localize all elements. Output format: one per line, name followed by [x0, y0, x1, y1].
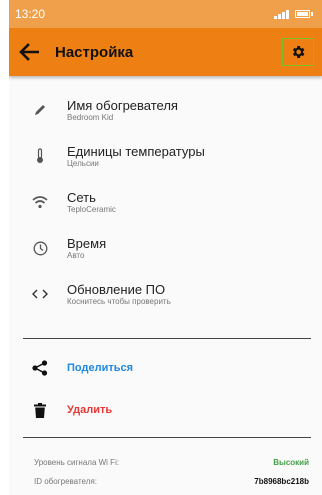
gear-icon: [292, 46, 305, 58]
setting-value: Коснитесь чтобы проверить: [67, 296, 171, 306]
heater-id-value: 7b8968bc218b: [254, 477, 309, 486]
setting-time[interactable]: Время Авто: [9, 225, 322, 271]
thermometer-icon: [29, 148, 51, 164]
arrow-left-icon: [19, 43, 39, 61]
trash-icon: [29, 402, 51, 418]
setting-title: Единицы температуры: [67, 143, 205, 159]
status-icons: [274, 9, 313, 19]
pencil-icon: [29, 103, 51, 117]
page-title: Настройка: [55, 43, 134, 61]
share-button[interactable]: Поделиться: [9, 356, 133, 380]
heater-id-label: ID обогревателя:: [34, 477, 97, 486]
divider: [23, 437, 311, 438]
battery-icon: [295, 10, 313, 18]
heater-id-row: ID обогревателя: 7b8968bc218b: [34, 477, 309, 486]
share-icon: [29, 360, 51, 376]
app-bar: Настройка: [9, 28, 322, 76]
setting-title: Обновление ПО: [67, 281, 166, 297]
setting-firmware-update[interactable]: Обновление ПО Коснитесь чтобы проверить: [9, 271, 322, 317]
delete-label: Удалить: [67, 404, 113, 416]
code-icon: [29, 289, 51, 299]
signal-icon: [274, 9, 289, 19]
setting-value: Авто: [67, 250, 85, 260]
wifi-signal-row: Уровень сигнала Wi Fi: Высокий: [34, 458, 309, 467]
status-time: 13:20: [15, 7, 46, 21]
wifi-signal-label: Уровень сигнала Wi Fi:: [34, 458, 120, 467]
setting-title: Сеть: [67, 189, 96, 205]
clock-icon: [29, 241, 51, 256]
wifi-signal-value: Высокий: [273, 458, 309, 467]
setting-value: Цельсии: [67, 158, 99, 168]
setting-value: TeploCeramic: [67, 204, 116, 214]
setting-value: Bedroom Kid: [67, 112, 114, 122]
setting-title: Имя обогревателя: [67, 97, 178, 113]
settings-list: Имя обогревателя Bedroom Kid Единицы тем…: [9, 87, 322, 317]
back-button[interactable]: [17, 40, 41, 64]
setting-title: Время: [67, 235, 107, 251]
delete-button[interactable]: Удалить: [9, 398, 112, 422]
setting-network[interactable]: Сеть TeploCeramic: [9, 179, 322, 225]
share-label: Поделиться: [67, 362, 134, 374]
status-bar: 13:20: [9, 0, 322, 28]
wifi-icon: [29, 195, 51, 209]
setting-heater-name[interactable]: Имя обогревателя Bedroom Kid: [9, 87, 322, 133]
divider: [23, 338, 311, 339]
settings-button[interactable]: [282, 38, 314, 66]
setting-temperature-units[interactable]: Единицы температуры Цельсии: [9, 133, 322, 179]
phone-screen: 13:20 Настройка Имя обогревателя Bedroom…: [9, 0, 322, 495]
